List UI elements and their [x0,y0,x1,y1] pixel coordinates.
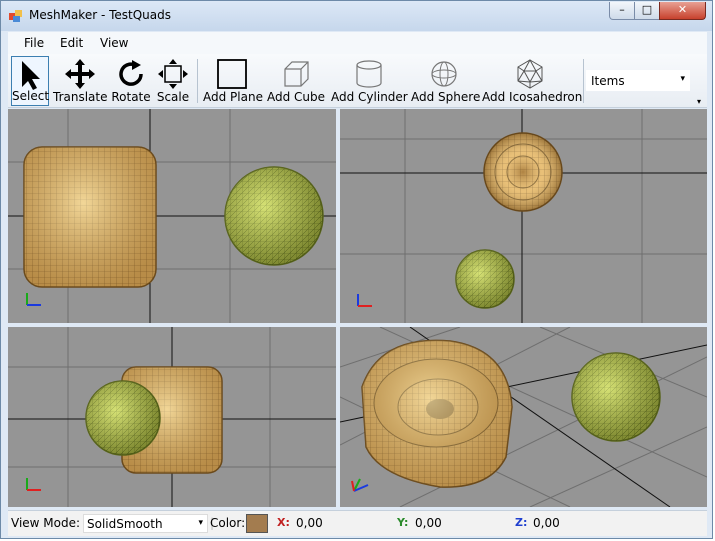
cylinder-icon [356,60,382,88]
scale-tool-button[interactable]: Scale [155,56,191,106]
chevron-down-icon: ▾ [198,518,203,528]
add-icosahedron-button[interactable]: Add Icosahedron [482,56,583,106]
z-value: 0,00 [533,516,560,530]
items-combobox[interactable]: Items ▾ [586,70,690,91]
minimize-button[interactable]: – [609,2,635,20]
plane-icon [217,59,247,89]
rotate-tool-label: Rotate [111,90,151,104]
scale-tool-label: Scale [156,90,190,104]
view-mode-label: View Mode: [11,516,81,530]
viewport-top-canvas [340,109,707,323]
sphere-mesh[interactable] [224,166,324,266]
viewport-front[interactable] [8,109,336,323]
sphere-mesh-side[interactable] [85,380,161,456]
menu-bar: File Edit View [8,32,707,54]
toolbar-overflow-icon[interactable]: ▾ [697,97,701,106]
y-label: Y: [397,516,409,529]
items-combobox-value: Items [591,74,625,88]
select-tool-label: Select [12,89,50,103]
app-icon [9,10,22,22]
rotate-icon [119,60,143,86]
close-button[interactable]: ✕ [659,2,706,20]
color-label: Color: [210,516,246,530]
viewport-front-canvas [8,109,336,323]
menu-view[interactable]: View [100,36,128,50]
sphere-icon [431,61,457,87]
main-window: MeshMaker - TestQuads – □ ✕ File Edit Vi… [0,0,713,539]
viewport-side[interactable] [8,327,336,507]
axis-gizmo [351,478,369,492]
axis-gizmo [357,294,372,307]
arrow-cursor-icon [22,61,40,90]
translate-tool-button[interactable]: Translate [53,56,108,106]
add-sphere-button[interactable]: Add Sphere [411,56,481,106]
z-label: Z: [515,516,528,529]
toolbar-separator [197,59,198,103]
title-bar[interactable]: MeshMaker - TestQuads – □ ✕ [1,1,712,31]
chevron-down-icon: ▾ [680,74,685,84]
menu-edit[interactable]: Edit [60,36,83,50]
scale-icon [158,59,188,89]
axis-gizmo [26,293,41,306]
viewport-top[interactable] [340,109,707,323]
icosahedron-icon [517,58,543,89]
menu-file[interactable]: File [24,36,44,50]
color-swatch[interactable] [246,514,268,533]
view-mode-select[interactable]: SolidSmooth ▾ [83,514,208,533]
maximize-button[interactable]: □ [634,2,660,20]
rounded-cube-mesh-top[interactable] [483,132,563,212]
add-plane-label: Add Plane [203,90,263,104]
viewport-perspective[interactable] [340,327,707,507]
viewport-side-canvas [8,327,336,507]
y-value: 0,00 [415,516,442,530]
add-cube-label: Add Cube [267,90,326,104]
add-cylinder-button[interactable]: Add Cylinder [331,56,408,106]
translate-tool-label: Translate [53,90,108,104]
viewport-perspective-canvas [340,327,707,507]
rounded-cube-mesh-perspective[interactable] [361,339,513,488]
window-title: MeshMaker - TestQuads [29,8,172,22]
select-tool-button[interactable]: Select [11,56,49,106]
x-value: 0,00 [296,516,323,530]
x-label: X: [277,516,290,529]
view-mode-value: SolidSmooth [87,517,163,531]
axis-gizmo [26,478,41,491]
add-sphere-label: Add Sphere [411,90,481,104]
toolbar-separator [583,59,584,103]
add-icosahedron-label: Add Icosahedron [482,90,583,104]
move-arrows-icon [65,59,95,89]
rounded-cube-mesh[interactable] [23,146,157,288]
rotate-tool-button[interactable]: Rotate [111,56,151,106]
cube-icon [284,61,309,87]
sphere-mesh-perspective[interactable] [571,352,661,442]
sphere-mesh-top[interactable] [455,249,515,309]
add-cube-button[interactable]: Add Cube [267,56,325,106]
add-cylinder-label: Add Cylinder [331,90,408,104]
add-plane-button[interactable]: Add Plane [203,56,263,106]
status-bar: View Mode: SolidSmooth ▾ | Color: X: 0,0… [8,510,707,536]
